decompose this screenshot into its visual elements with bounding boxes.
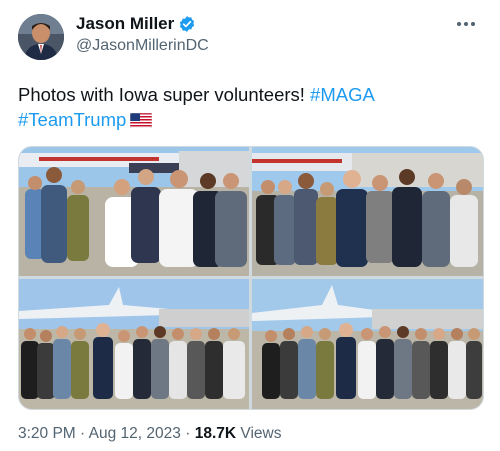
tweet-body: Photos with Iowa super volunteers!	[18, 84, 305, 105]
author-name-row: Jason Miller	[76, 14, 196, 34]
photo-3[interactable]	[19, 279, 249, 409]
media-grid	[18, 146, 484, 410]
tweet-meta: 3:20 PM · Aug 12, 2023 · 18.7K Views	[18, 425, 281, 443]
photo-4-image	[252, 279, 483, 409]
meta-separator: ·	[80, 425, 86, 442]
avatar-image	[18, 14, 64, 60]
author-name[interactable]: Jason Miller	[76, 14, 174, 34]
hashtag-teamtrump[interactable]: #TeamTrump	[18, 109, 126, 130]
tweet-date[interactable]: Aug 12, 2023	[89, 425, 181, 442]
author-handle[interactable]: @JasonMillerinDC	[76, 37, 209, 55]
us-flag-icon	[130, 113, 153, 128]
photo-1[interactable]	[19, 147, 249, 276]
views-count: 18.7K	[194, 425, 237, 442]
photo-2-image	[252, 147, 483, 276]
tweet-text: Photos with Iowa super volunteers! #MAGA…	[18, 82, 482, 132]
photo-3-image	[19, 279, 249, 409]
photo-4[interactable]	[252, 279, 483, 409]
author-avatar[interactable]	[18, 14, 64, 60]
verified-badge-icon	[180, 16, 195, 32]
views-label: Views	[240, 425, 282, 442]
photo-1-image	[19, 147, 249, 276]
more-options-icon[interactable]	[454, 16, 478, 32]
photo-2[interactable]	[252, 147, 483, 276]
hashtag-maga[interactable]: #MAGA	[310, 84, 375, 105]
meta-separator-2: ·	[185, 425, 191, 442]
tweet-time[interactable]: 3:20 PM	[18, 425, 76, 442]
